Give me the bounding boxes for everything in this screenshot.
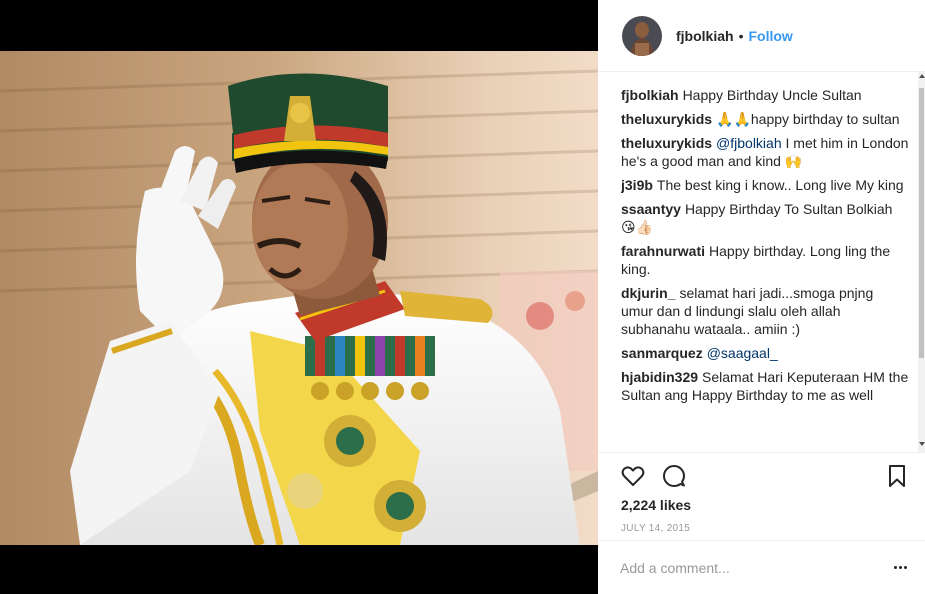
- separator-dot: •: [738, 27, 744, 44]
- comment-item: farahnurwati Happy birthday. Long ling th…: [621, 242, 909, 278]
- comment-mention[interactable]: @fjbolkiah: [716, 135, 782, 151]
- comment-bubble-icon[interactable]: [661, 463, 687, 489]
- bookmark-icon[interactable]: [884, 463, 910, 489]
- comment-text: Happy Birthday Uncle Sultan: [682, 87, 862, 103]
- comment-username[interactable]: j3i9b: [621, 177, 653, 193]
- comment-mention[interactable]: @saagaal_: [707, 345, 778, 361]
- comment-item: dkjurin_ selamat hari jadi...smoga pnjng …: [621, 284, 909, 338]
- likes-count[interactable]: 2,224 likes: [621, 497, 691, 513]
- post-sidebar: fjbolkiah • Follow fjbolkiah Happy Birthd…: [598, 0, 925, 594]
- heart-icon[interactable]: [620, 463, 646, 489]
- comment-username[interactable]: farahnurwati: [621, 243, 705, 259]
- avatar[interactable]: [622, 15, 662, 56]
- scroll-down-arrow-icon[interactable]: [919, 442, 925, 446]
- more-dot: [903, 565, 907, 569]
- follow-button[interactable]: Follow: [748, 28, 792, 44]
- comment-text: 🙏🙏happy birthday to sultan: [716, 111, 900, 127]
- avatar-image: [622, 15, 662, 56]
- comment-item: theluxurykids 🙏🙏happy birthday to sultan: [621, 110, 909, 128]
- comments-list[interactable]: fjbolkiah Happy Birthday Uncle Sultan the…: [621, 86, 909, 452]
- more-dot: [898, 565, 902, 569]
- comment-username[interactable]: fjbolkiah: [621, 87, 679, 103]
- more-dot: [893, 565, 897, 569]
- comment-item: sanmarquez @saagaal_: [621, 344, 909, 362]
- more-options-icon[interactable]: [888, 555, 912, 579]
- post-date[interactable]: JULY 14, 2015: [621, 523, 690, 534]
- comment-username[interactable]: ssaantyy: [621, 201, 681, 217]
- post-photo-image: [0, 51, 598, 545]
- comment-username[interactable]: sanmarquez: [621, 345, 703, 361]
- comment-item: fjbolkiah Happy Birthday Uncle Sultan: [621, 86, 909, 104]
- comment-username[interactable]: theluxurykids: [621, 135, 712, 151]
- post-header: fjbolkiah • Follow: [598, 0, 925, 72]
- comment-username[interactable]: dkjurin_: [621, 285, 675, 301]
- comment-text: The best king i know.. Long live My king: [656, 177, 904, 193]
- photo-panel: [0, 0, 598, 594]
- comment-input[interactable]: [620, 557, 870, 579]
- comment-item: ssaantyy Happy Birthday To Sultan Bolkiah…: [621, 200, 909, 236]
- post-actions: 2,224 likes JULY 14, 2015: [598, 452, 925, 540]
- comment-item: hjabidin329 Selamat Hari Keputeraan HM th…: [621, 368, 909, 404]
- comment-username[interactable]: hjabidin329: [621, 369, 698, 385]
- scroll-up-arrow-icon[interactable]: [919, 74, 925, 78]
- scrollbar-thumb[interactable]: [919, 88, 924, 358]
- comment-item: theluxurykids @fjbolkiah I met him in Lon…: [621, 134, 909, 170]
- comment-bar: [598, 540, 925, 594]
- post-username[interactable]: fjbolkiah: [676, 28, 734, 44]
- comment-username[interactable]: theluxurykids: [621, 111, 712, 127]
- post-photo[interactable]: [0, 51, 598, 545]
- comment-item: j3i9b The best king i know.. Long live My…: [621, 176, 909, 194]
- comments-scrollbar[interactable]: [918, 72, 925, 452]
